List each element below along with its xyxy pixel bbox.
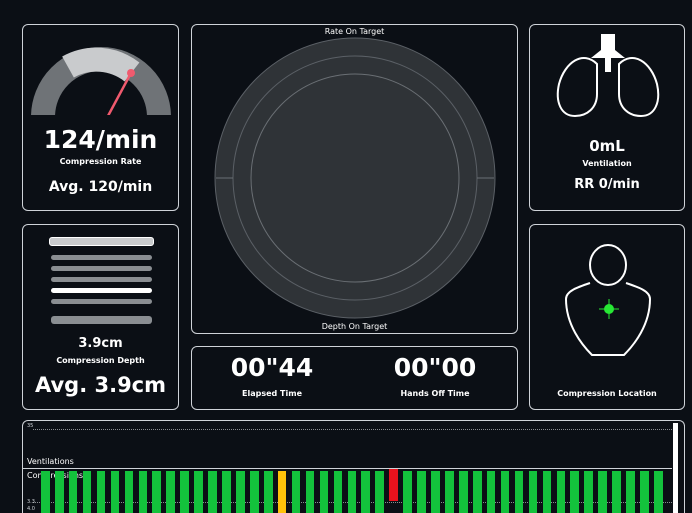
depth-bar bbox=[51, 277, 152, 282]
timeline-scale-bottom-2: 4.0 bbox=[27, 506, 35, 512]
elapsed-time-label: Elapsed Time bbox=[242, 389, 302, 398]
compression-bar bbox=[68, 471, 78, 513]
compression-rate-value: 124/min bbox=[43, 125, 158, 154]
compression-bar bbox=[305, 471, 315, 513]
timeline-scale-bottom-1: 3.3 bbox=[27, 499, 35, 505]
compression-bar bbox=[514, 471, 524, 513]
compression-bar bbox=[626, 471, 635, 513]
compression-bar bbox=[528, 471, 538, 513]
compression-bar bbox=[208, 471, 217, 513]
compression-bar bbox=[124, 471, 134, 513]
respiration-rate: RR 0/min bbox=[574, 177, 640, 192]
ventilation-label: Ventilation bbox=[582, 159, 632, 168]
compression-bar bbox=[277, 471, 287, 513]
depth-bar-bottom bbox=[51, 316, 152, 324]
compression-bar bbox=[263, 471, 273, 513]
rate-gauge bbox=[31, 47, 171, 115]
compression-depth-average: Avg. 3.9cm bbox=[34, 373, 167, 397]
compression-bar bbox=[54, 471, 64, 513]
compression-bar bbox=[222, 471, 231, 513]
compression-bar bbox=[236, 471, 245, 513]
compression-bar bbox=[486, 471, 496, 513]
compression-bar bbox=[472, 471, 482, 513]
compression-bar bbox=[598, 471, 607, 513]
compression-location-label: Compression Location bbox=[557, 389, 657, 398]
compression-bar bbox=[640, 471, 649, 513]
compression-bar bbox=[250, 471, 259, 513]
timeline-panel: 35 Ventilations Compressions 3.3 4.0 bbox=[22, 420, 685, 513]
compression-bar bbox=[375, 471, 385, 513]
compression-bar bbox=[138, 471, 148, 513]
compression-rate-panel: 124/min Compression Rate Avg. 120/min bbox=[22, 24, 179, 211]
torso-icon bbox=[564, 244, 652, 356]
ventilations-label: Ventilations bbox=[27, 457, 74, 466]
compression-bar bbox=[166, 471, 176, 513]
timeline-top-gridline bbox=[33, 429, 672, 430]
compression-bar bbox=[96, 471, 106, 513]
compression-depth-value: 3.9cm bbox=[78, 336, 123, 351]
compression-bar bbox=[403, 471, 412, 513]
hands-off-time-value: 00"00 bbox=[393, 353, 477, 382]
compression-bar bbox=[570, 471, 580, 513]
timer-panel: 00"44 Elapsed Time 00"00 Hands Off Time bbox=[191, 346, 518, 410]
hands-off-time-label: Hands Off Time bbox=[400, 389, 470, 398]
compression-bar bbox=[347, 471, 357, 513]
compression-bar bbox=[361, 471, 371, 513]
compression-bar bbox=[556, 471, 566, 513]
depth-bar bbox=[51, 266, 152, 271]
target-rings bbox=[214, 37, 496, 319]
compression-bar bbox=[584, 471, 594, 513]
compression-bars bbox=[41, 469, 668, 513]
compression-bar bbox=[41, 471, 50, 513]
compression-bar bbox=[431, 471, 440, 513]
compression-depth-panel: 3.9cm Compression Depth Avg. 3.9cm bbox=[22, 224, 179, 410]
lungs-icon bbox=[556, 34, 660, 118]
ventilation-panel: 0mL Ventilation RR 0/min bbox=[529, 24, 685, 211]
depth-on-target-label: Depth On Target bbox=[321, 322, 388, 331]
compression-location-panel: Compression Location bbox=[529, 224, 685, 410]
compression-bar bbox=[291, 471, 301, 513]
depth-bar-current bbox=[51, 288, 152, 293]
compression-bar bbox=[459, 471, 468, 513]
compression-bar bbox=[152, 471, 162, 513]
depth-bar-top bbox=[49, 237, 154, 246]
compression-bar bbox=[389, 469, 398, 501]
depth-bar bbox=[51, 299, 152, 304]
compression-depth-label: Compression Depth bbox=[56, 356, 145, 365]
compression-bar bbox=[500, 471, 510, 513]
target-panel: Rate On Target Depth On Target bbox=[191, 24, 518, 334]
compression-bar bbox=[333, 471, 343, 513]
compression-bar bbox=[194, 471, 203, 513]
compression-bar bbox=[110, 471, 120, 513]
timeline-cursor bbox=[673, 423, 678, 513]
compression-bar bbox=[654, 471, 663, 513]
compression-rate-average: Avg. 120/min bbox=[48, 179, 153, 195]
compression-bar bbox=[542, 471, 552, 513]
compression-bar bbox=[180, 471, 189, 513]
compression-bar bbox=[612, 471, 621, 513]
ventilation-value: 0mL bbox=[589, 137, 625, 155]
gauge-needle bbox=[107, 72, 133, 115]
depth-bar bbox=[51, 255, 152, 260]
compression-bar bbox=[319, 471, 329, 513]
compression-rate-label: Compression Rate bbox=[59, 157, 142, 166]
compression-bar bbox=[417, 471, 426, 513]
elapsed-time-value: 00"44 bbox=[230, 353, 314, 382]
compression-bar bbox=[82, 471, 92, 513]
compression-bar bbox=[445, 471, 454, 513]
